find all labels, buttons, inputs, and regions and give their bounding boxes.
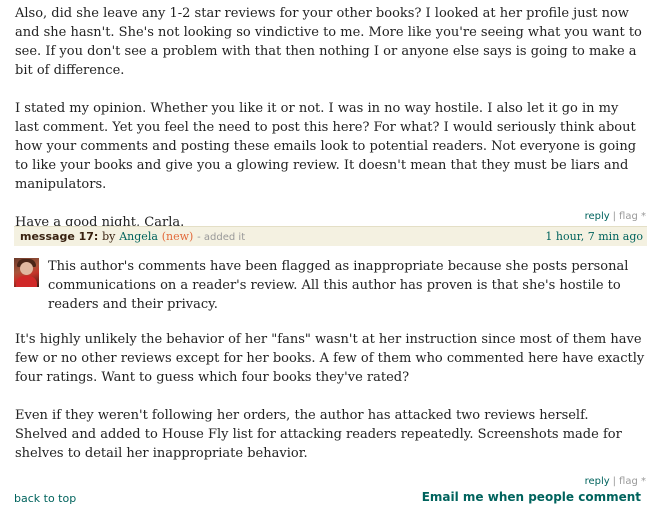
message-timestamp-link[interactable]: 1 hour, 7 min ago [545, 227, 643, 246]
comment-paragraph: I stated my opinion. Whether you like it… [15, 101, 637, 192]
message-header: message 17: by Angela (new) - added it 1… [14, 226, 647, 246]
previous-comment-actions: reply | flag * [585, 211, 646, 222]
avatar[interactable] [14, 258, 39, 287]
by-label: by [102, 230, 116, 243]
email-me-link[interactable]: Email me when people comment [422, 490, 641, 504]
comments-section: Also, did she leave any 1-2 star reviews… [0, 0, 663, 522]
author-link[interactable]: Angela [119, 230, 158, 243]
back-to-top-link[interactable]: back to top [14, 492, 76, 505]
previous-comment-body: Also, did she leave any 1-2 star reviews… [15, 4, 645, 251]
new-badge: (new) [161, 230, 194, 243]
comment-paragraph: This author's comments have been flagged… [48, 259, 629, 312]
avatar-face [20, 262, 33, 275]
flag-link[interactable]: flag * [619, 211, 646, 222]
comment-paragraph: It's highly unlikely the behavior of her… [15, 332, 645, 385]
action-separator: | [612, 476, 617, 487]
message-body: It's highly unlikely the behavior of her… [15, 330, 645, 482]
message-number: message 17: [20, 230, 99, 243]
comment-paragraph: Also, did she leave any 1-2 star reviews… [15, 6, 642, 78]
message-intro: This author's comments have been flagged… [48, 257, 643, 314]
reply-link[interactable]: reply [585, 476, 610, 487]
message-actions: reply | flag * [585, 476, 646, 487]
shelf-status: - added it [197, 232, 246, 243]
reply-link[interactable]: reply [585, 211, 610, 222]
avatar-shirt [16, 276, 37, 287]
flag-link[interactable]: flag * [619, 476, 646, 487]
comment-paragraph: Even if they weren't following her order… [15, 408, 622, 461]
action-separator: | [612, 211, 617, 222]
message-meta: message 17: by Angela (new) - added it [20, 227, 245, 247]
